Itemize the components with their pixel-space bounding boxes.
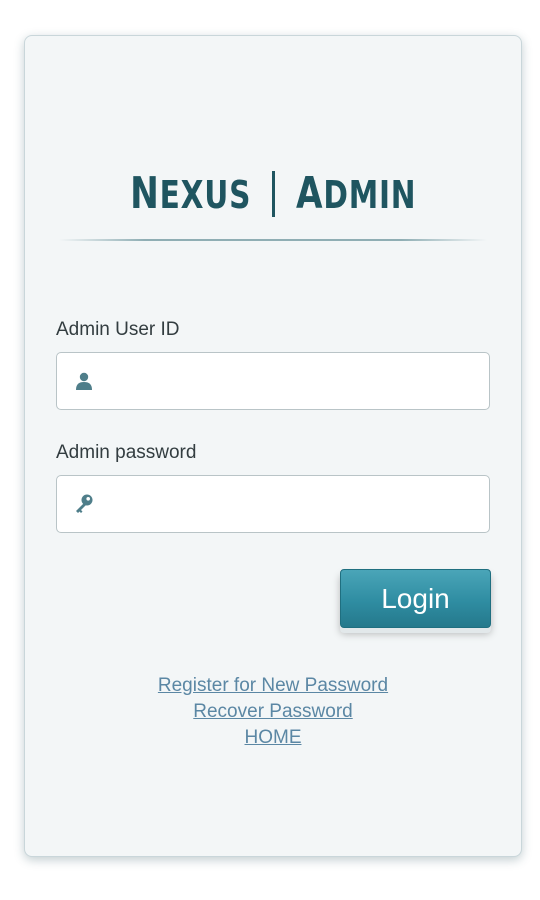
password-label: Admin password [56, 442, 197, 463]
key-icon [73, 493, 95, 515]
recover-password-link[interactable]: Recover Password [25, 699, 521, 725]
brand-word-admin: ADMIN [295, 167, 417, 219]
home-link[interactable]: HOME [25, 725, 521, 751]
password-input[interactable] [103, 475, 489, 533]
register-link[interactable]: Register for New Password [25, 673, 521, 699]
user-id-input[interactable] [103, 352, 489, 410]
login-card: NEXUS ADMIN Admin User ID Admin password… [24, 35, 522, 857]
password-field[interactable] [56, 475, 490, 533]
user-id-label: Admin User ID [56, 319, 180, 340]
footer-links: Register for New Password Recover Passwo… [25, 673, 521, 751]
user-icon [73, 370, 95, 392]
brand-underline [59, 239, 487, 241]
user-id-field[interactable] [56, 352, 490, 410]
brand-word-nexus: NEXUS [129, 167, 251, 219]
brand-logo: NEXUS ADMIN [25, 164, 521, 224]
login-button[interactable]: Login [340, 569, 491, 628]
brand-divider [271, 171, 275, 217]
